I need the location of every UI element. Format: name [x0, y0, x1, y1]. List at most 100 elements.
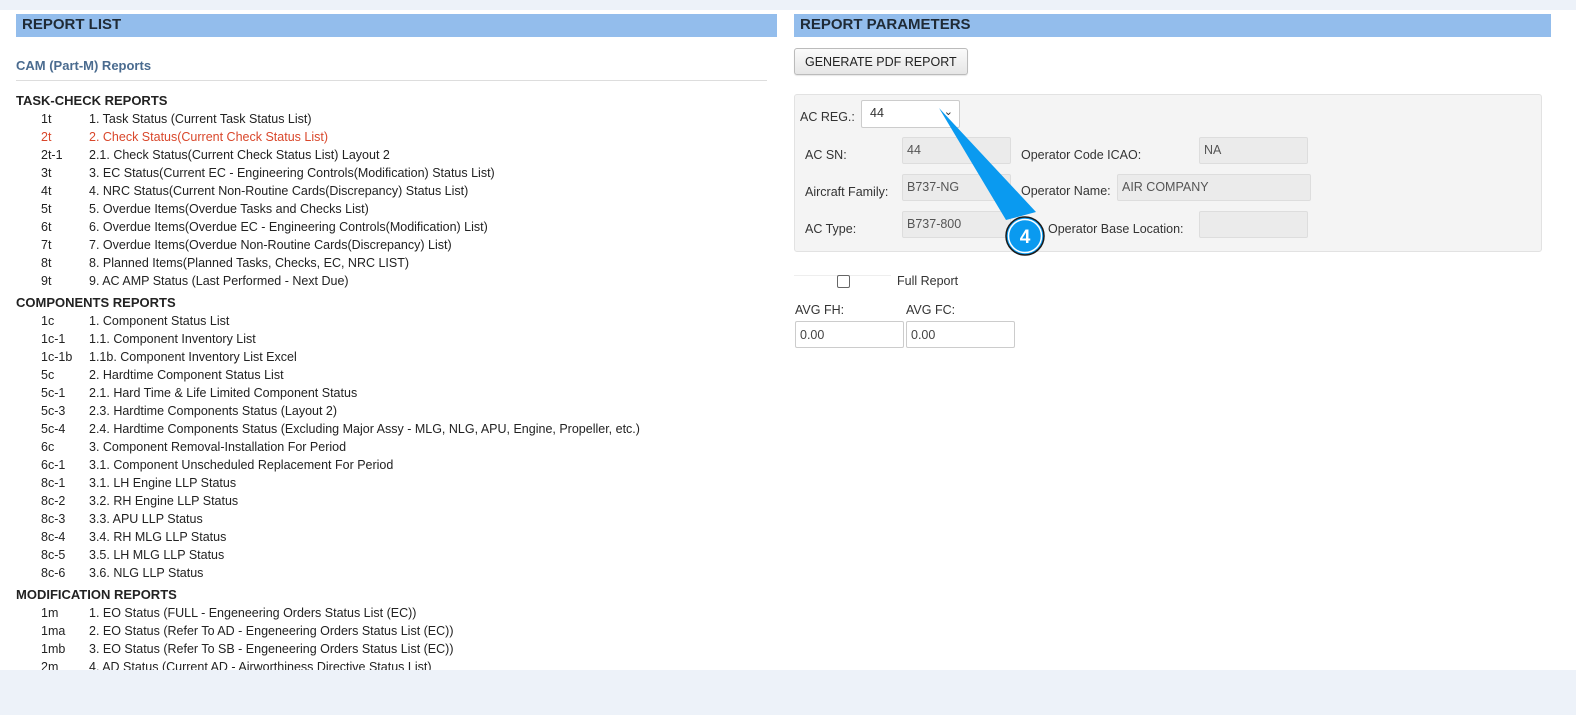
report-label: 4. AD Status (Current AD - Airworthiness…: [89, 660, 432, 670]
report-list-item[interactable]: 8t 8. Planned Items(Planned Tasks, Checks…: [16, 254, 777, 272]
report-code: 8c-4: [41, 530, 66, 544]
cam-reports-title: CAM (Part-M) Reports: [16, 58, 152, 73]
report-label: 2. EO Status (Refer To AD - Engeneering …: [89, 624, 454, 638]
ac-reg-label: AC REG.:: [800, 110, 855, 124]
report-label: 1.1. Component Inventory List: [89, 332, 256, 346]
report-list-item[interactable]: 4t 4. NRC Status(Current Non-Routine Card…: [16, 182, 777, 200]
report-code: 8c-2: [41, 494, 66, 508]
avg-fc-label: AVG FC:: [906, 303, 956, 317]
generate-pdf-report-button[interactable]: GENERATE PDF REPORT: [794, 48, 968, 75]
report-parameters-header: REPORT PARAMETERS: [794, 14, 1551, 37]
report-code: 8c-5: [41, 548, 66, 562]
report-label: 3.4. RH MLG LLP Status: [89, 530, 227, 544]
report-list-item[interactable]: 1t 1. Task Status (Current Task Status Li…: [16, 110, 777, 128]
report-code: 1ma: [41, 624, 66, 638]
report-code: 2t: [41, 130, 52, 144]
operator-name-label: Operator Name:: [1021, 184, 1111, 198]
report-list-item[interactable]: 1ma 2. EO Status (Refer To AD - Engeneeri…: [16, 622, 777, 640]
report-label: 3. Component Removal-Installation For Pe…: [89, 440, 347, 454]
report-list-item[interactable]: 8c-2 3.2. RH Engine LLP Status: [16, 492, 777, 510]
report-list-item[interactable]: 2t 2. Check Status(Current Check Status L…: [16, 128, 777, 146]
report-list-item[interactable]: 5c-1 2.1. Hard Time & Life Limited Compon…: [16, 384, 777, 402]
report-label: 2.3. Hardtime Components Status (Layout …: [89, 404, 338, 418]
report-code: 1c-1: [41, 332, 66, 346]
report-code: 6t: [41, 220, 52, 234]
report-code: 4t: [41, 184, 52, 198]
report-code: 1c-1b: [41, 350, 73, 364]
ac-sn-label: AC SN:: [805, 148, 847, 162]
report-code: 1c: [41, 314, 55, 328]
full-report-label: Full Report: [897, 274, 959, 288]
report-code: 8c-3: [41, 512, 66, 526]
report-label: 2. Hardtime Component Status List: [89, 368, 284, 382]
report-list-item[interactable]: 5c-4 2.4. Hardtime Components Status (Exc…: [16, 420, 777, 438]
aircraft-family-field: B737-NG: [902, 174, 1011, 201]
avg-fh-input[interactable]: [795, 321, 904, 348]
report-list: TASK-CHECK REPORTS 1t 1. Task Status (Curr…: [16, 92, 777, 670]
report-list-item[interactable]: 8c-4 3.4. RH MLG LLP Status: [16, 528, 777, 546]
report-label: 1. Component Status List: [89, 314, 230, 328]
report-list-item[interactable]: 6c 3. Component Removal-Installation For …: [16, 438, 777, 456]
operator-code-icao-field: NA: [1199, 137, 1308, 164]
report-label: 2.4. Hardtime Components Status (Excludi…: [89, 422, 640, 436]
operator-base-location-label: Operator Base Location:: [1048, 222, 1184, 236]
section-title: TASK-CHECK REPORTS: [16, 93, 168, 108]
report-code: 2t-1: [41, 148, 63, 162]
report-code: 6c-1: [41, 458, 66, 472]
report-list-item[interactable]: 5t 5. Overdue Items(Overdue Tasks and Che…: [16, 200, 777, 218]
report-label: 3.1. LH Engine LLP Status: [89, 476, 237, 490]
report-code: 2m: [41, 660, 59, 670]
report-code: 8c-6: [41, 566, 66, 580]
report-label: 1. Task Status (Current Task Status List…: [89, 112, 312, 126]
report-list-item[interactable]: 1c 1. Component Status List: [16, 312, 777, 330]
avg-fc-input[interactable]: [906, 321, 1015, 348]
avg-fh-label: AVG FH:: [795, 303, 845, 317]
full-report-checkbox[interactable]: [837, 275, 850, 288]
report-code: 3t: [41, 166, 52, 180]
chevron-down-icon: ⌄: [943, 106, 953, 118]
report-list-item[interactable]: 1c-1 1.1. Component Inventory List: [16, 330, 777, 348]
report-label: 2. Check Status(Current Check Status Lis…: [89, 130, 328, 144]
report-list-item[interactable]: 6c-1 3.1. Component Unscheduled Replaceme…: [16, 456, 777, 474]
ac-reg-value: 44: [870, 106, 884, 120]
report-list-item[interactable]: 1mb 3. EO Status (Refer To SB - Engeneeri…: [16, 640, 777, 658]
report-label: 1.1b. Component Inventory List Excel: [89, 350, 297, 364]
report-label: 3. EC Status(Current EC - Engineering Co…: [89, 166, 495, 180]
report-list-item[interactable]: 9t 9. AC AMP Status (Last Performed - Nex…: [16, 272, 777, 290]
page: REPORT LIST CAM (Part-M) Reports TASK-CH…: [0, 10, 1576, 670]
report-parameters-panel: REPORT PARAMETERS GENERATE PDF REPORT AC…: [794, 10, 1551, 670]
report-list-item[interactable]: 5c 2. Hardtime Component Status List: [16, 366, 777, 384]
report-code: 9t: [41, 274, 52, 288]
report-label: 3.6. NLG LLP Status: [89, 566, 204, 580]
report-list-panel: REPORT LIST CAM (Part-M) Reports TASK-CH…: [16, 10, 777, 670]
ac-type-field: B737-800: [902, 211, 1011, 238]
report-label: 4. NRC Status(Current Non-Routine Cards(…: [89, 184, 469, 198]
report-list-item[interactable]: 2t-1 2.1. Check Status(Current Check Stat…: [16, 146, 777, 164]
report-label: 5. Overdue Items(Overdue Tasks and Check…: [89, 202, 369, 216]
report-list-item[interactable]: 2m 4. AD Status (Current AD - Airworthine…: [16, 658, 777, 670]
report-list-item[interactable]: 8c-1 3.1. LH Engine LLP Status: [16, 474, 777, 492]
report-label: 3.1. Component Unscheduled Replacement F…: [89, 458, 394, 472]
aircraft-info-panel: AC REG.: 44 ⌄ AC SN: 44 Aircraft Family: …: [794, 94, 1542, 252]
report-code: 7t: [41, 238, 52, 252]
report-code: 1m: [41, 606, 59, 620]
section-title: COMPONENTS REPORTS: [16, 295, 176, 310]
report-list-item[interactable]: 8c-3 3.3. APU LLP Status: [16, 510, 777, 528]
ac-reg-select[interactable]: 44 ⌄: [861, 100, 960, 128]
report-label: 3. EO Status (Refer To SB - Engeneering …: [89, 642, 454, 656]
report-label: 6. Overdue Items(Overdue EC - Engineerin…: [89, 220, 488, 234]
report-label: 1. EO Status (FULL - Engeneering Orders …: [89, 606, 417, 620]
report-list-item[interactable]: 8c-6 3.6. NLG LLP Status: [16, 564, 777, 582]
report-code: 8t: [41, 256, 52, 270]
report-list-item[interactable]: 1m 1. EO Status (FULL - Engeneering Order…: [16, 604, 777, 622]
report-list-item[interactable]: 6t 6. Overdue Items(Overdue EC - Engineer…: [16, 218, 777, 236]
report-label: 9. AC AMP Status (Last Performed - Next …: [89, 274, 349, 288]
report-code: 5c-3: [41, 404, 66, 418]
report-list-item[interactable]: 1c-1b 1.1b. Component Inventory List Exce…: [16, 348, 777, 366]
report-list-item[interactable]: 8c-5 3.5. LH MLG LLP Status: [16, 546, 777, 564]
report-list-item[interactable]: 7t 7. Overdue Items(Overdue Non-Routine C…: [16, 236, 777, 254]
report-list-item[interactable]: 3t 3. EC Status(Current EC - Engineering …: [16, 164, 777, 182]
report-code: 1t: [41, 112, 52, 126]
report-list-item[interactable]: 5c-3 2.3. Hardtime Components Status (Lay…: [16, 402, 777, 420]
operator-base-location-field: [1199, 211, 1308, 238]
